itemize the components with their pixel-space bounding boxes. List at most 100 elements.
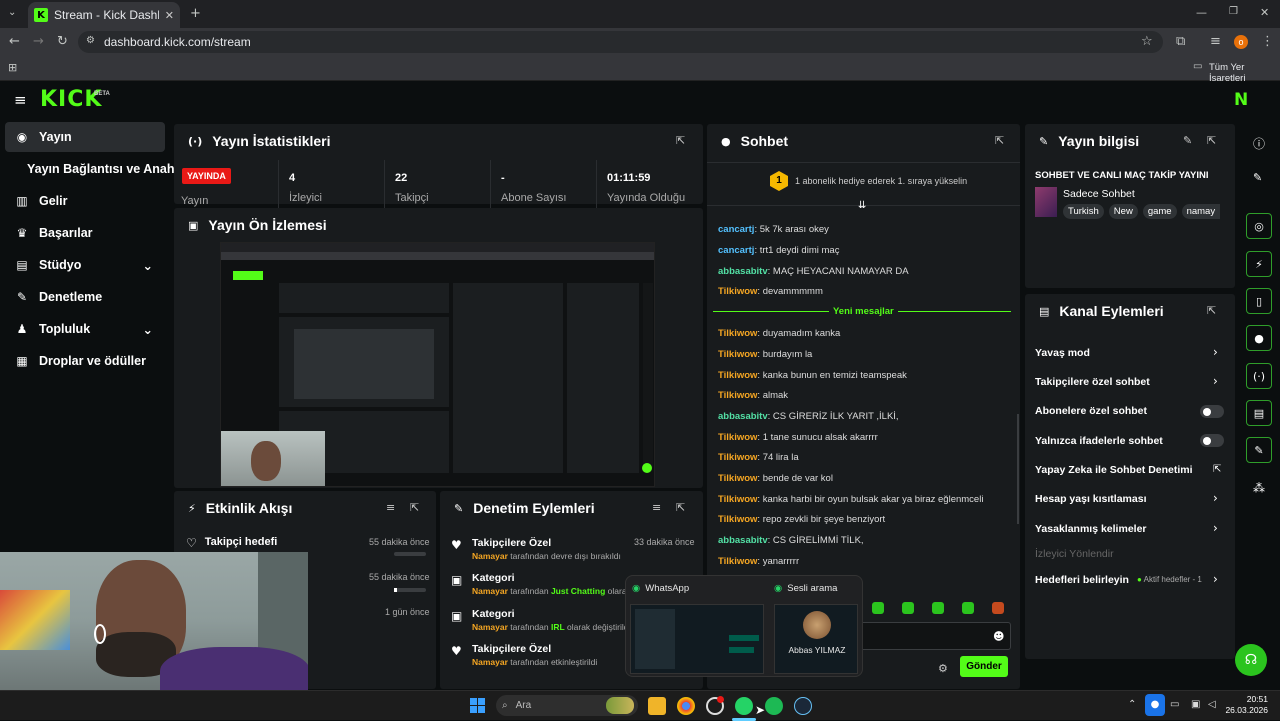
popout-icon[interactable]: ⇱	[676, 134, 685, 147]
sidebar-item-yayin[interactable]: ◉ Yayın	[5, 122, 165, 152]
emote-icon[interactable]	[902, 602, 914, 614]
chrome-icon[interactable]	[677, 697, 695, 715]
chat-username[interactable]: Tilkiwow	[718, 473, 757, 484]
rail-camera-button[interactable]: ◎	[1246, 213, 1272, 239]
reload-icon[interactable]: ↻	[57, 35, 68, 48]
chat-username[interactable]: cancartj	[718, 224, 754, 235]
chat-username[interactable]: Tilkiwow	[718, 556, 757, 567]
network-icon[interactable]: ▣	[1191, 699, 1200, 710]
edit-icon[interactable]: ✎	[1253, 171, 1262, 184]
external-link-icon[interactable]: ⇱	[1213, 464, 1221, 475]
chat-username[interactable]: abbasabitv	[718, 535, 768, 546]
chat-username[interactable]: abbasabitv	[718, 411, 768, 422]
filter-icon[interactable]: ≡	[652, 501, 661, 514]
file-explorer-icon[interactable]	[648, 697, 666, 715]
rail-chat-button[interactable]: ●	[1246, 325, 1272, 351]
chat-username[interactable]: Tilkiwow	[718, 390, 757, 401]
forward-icon[interactable]: →	[33, 35, 44, 48]
popout-icon[interactable]: ⇱	[1207, 134, 1216, 147]
hamburger-menu-icon[interactable]: ≡	[14, 93, 27, 108]
action-ai-moderation[interactable]: Yapay Zeka ile Sohbet Denetimi	[1035, 464, 1193, 476]
subscribers-only-toggle[interactable]	[1200, 405, 1224, 418]
keyboard-icon[interactable]: ▭	[1170, 699, 1179, 710]
chat-username[interactable]: abbasabitv	[718, 266, 768, 277]
apps-grid-icon[interactable]: ⊞	[8, 62, 17, 73]
send-button[interactable]: Gönder	[960, 656, 1008, 677]
tab-close-icon[interactable]: ✕	[165, 9, 174, 22]
sidebar-item-basarilar[interactable]: ♛ Başarılar	[5, 218, 165, 248]
chat-username[interactable]: Tilkiwow	[718, 494, 757, 505]
moderator-name[interactable]: Namayar	[472, 622, 508, 632]
sidebar-item-droplar[interactable]: ▦ Droplar ve ödüller	[5, 346, 165, 376]
chat-username[interactable]: Tilkiwow	[718, 286, 757, 297]
action-account-age[interactable]: Hesap yaşı kısıtlaması	[1035, 493, 1147, 505]
chat-username[interactable]: Tilkiwow	[718, 452, 757, 463]
emote-icon[interactable]	[992, 602, 1004, 614]
chevron-right-icon[interactable]: ›	[1213, 374, 1218, 388]
moderator-name[interactable]: Namayar	[472, 586, 508, 596]
emote-icon[interactable]	[932, 602, 944, 614]
action-goals[interactable]: Hedefleri belirleyin	[1035, 574, 1129, 586]
stream-preview-video[interactable]	[220, 242, 655, 487]
chat-scrollbar[interactable]	[1017, 414, 1019, 524]
action-slow-mode[interactable]: Yavaş mod	[1035, 347, 1090, 359]
window-close-icon[interactable]: ✕	[1260, 7, 1269, 18]
popout-icon[interactable]: ⇱	[995, 134, 1004, 147]
url-field[interactable]: ⚙ dashboard.kick.com/stream ☆	[78, 31, 1163, 53]
chat-username[interactable]: Tilkiwow	[718, 349, 757, 360]
popout-icon[interactable]: ⇱	[410, 501, 419, 514]
browser-menu-icon[interactable]: ⋮	[1261, 35, 1274, 48]
browser-tab[interactable]: K Stream - Kick Dashboard ✕	[28, 2, 180, 28]
emote-icon[interactable]	[962, 602, 974, 614]
sidebar-item-stream-key[interactable]: Yayın Bağlantısı ve Anahtarı	[5, 154, 194, 184]
category-name[interactable]: Sadece Sohbet	[1063, 188, 1135, 200]
voice-call-label[interactable]: ◉ Sesli arama	[774, 583, 837, 594]
rail-actions-button[interactable]: ▤	[1246, 400, 1272, 426]
tray-chevron-icon[interactable]: ⌃	[1128, 699, 1136, 710]
emotes-only-toggle[interactable]	[1200, 434, 1224, 447]
microphone-icon[interactable]: ●	[1145, 694, 1165, 716]
chat-username[interactable]: Tilkiwow	[718, 328, 757, 339]
user-avatar[interactable]: N	[1234, 91, 1252, 109]
volume-icon[interactable]: ◁	[1208, 699, 1216, 710]
sidebar-item-topluluk[interactable]: ♟ Topluluk ⌄	[5, 314, 165, 344]
whatsapp-window-thumbnail[interactable]	[630, 604, 764, 674]
extensions-icon[interactable]: ⧉	[1176, 35, 1185, 48]
chevron-right-icon[interactable]: ›	[1213, 345, 1218, 359]
chevron-right-icon[interactable]: ›	[1213, 572, 1218, 586]
profile-avatar[interactable]: o	[1234, 35, 1248, 49]
apps-icon[interactable]: ⁂	[1253, 481, 1265, 495]
chat-username[interactable]: cancartj	[718, 245, 754, 256]
taskbar-clock[interactable]: 20:51 26.03.2026	[1224, 694, 1268, 716]
edit-pencil-icon[interactable]: ✎	[1183, 134, 1192, 147]
whatsapp-window-label[interactable]: ◉ WhatsApp	[632, 583, 689, 594]
sidebar-item-denetleme[interactable]: ✎ Denetleme	[5, 282, 165, 312]
rail-broadcast-button[interactable]: (·)	[1246, 363, 1272, 389]
bookmark-star-icon[interactable]: ☆	[1141, 35, 1153, 48]
tab-search-icon[interactable]: ⌄	[8, 8, 16, 18]
rail-lightning-button[interactable]: ⚡	[1246, 251, 1272, 277]
whatsapp-taskbar-icon[interactable]	[735, 697, 753, 715]
popout-icon[interactable]: ⇱	[676, 501, 685, 514]
back-icon[interactable]: ←	[9, 35, 20, 48]
chat-username[interactable]: Tilkiwow	[718, 370, 757, 381]
spotify-icon[interactable]	[765, 697, 783, 715]
action-followers-only[interactable]: Takipçilere özel sohbet	[1035, 376, 1150, 388]
call-window-thumbnail[interactable]: Abbas YILMAZ	[774, 604, 858, 674]
popout-icon[interactable]: ⇱	[1207, 304, 1216, 317]
moderator-name[interactable]: Namayar	[472, 551, 508, 561]
chevron-right-icon[interactable]: ›	[1213, 491, 1218, 505]
help-button[interactable]: ☊	[1235, 644, 1267, 676]
chat-username[interactable]: Tilkiwow	[718, 432, 757, 443]
sidebar-item-studyo[interactable]: ▤ Stüdyo ⌄	[5, 250, 165, 280]
taskbar-search[interactable]: ⌕ Ara	[496, 695, 638, 716]
rail-document-button[interactable]: ▯	[1246, 288, 1272, 314]
info-icon[interactable]: ⓘ	[1253, 135, 1265, 152]
emote-icon[interactable]	[872, 602, 884, 614]
chat-settings-icon[interactable]: ⚙	[938, 662, 948, 675]
chevron-right-icon[interactable]: ›	[1213, 521, 1218, 535]
media-icon[interactable]: ≡	[1210, 35, 1221, 48]
sidebar-item-gelir[interactable]: ▥ Gelir	[5, 186, 165, 216]
emoji-icon[interactable]: ☻	[993, 630, 1004, 643]
filter-icon[interactable]: ≡	[386, 501, 395, 514]
